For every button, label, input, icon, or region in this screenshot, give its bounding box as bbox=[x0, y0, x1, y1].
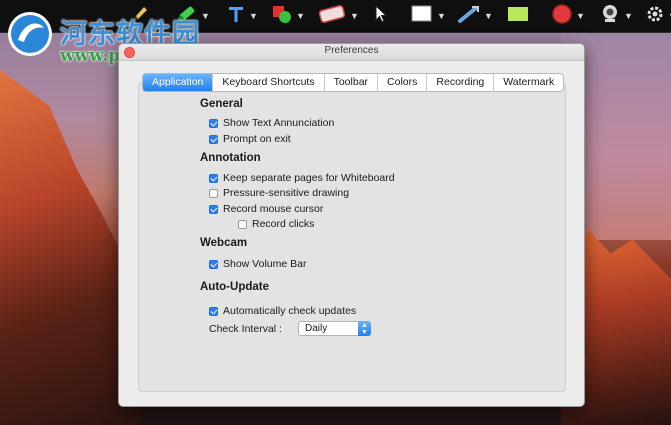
pointer-icon bbox=[372, 4, 388, 29]
prompt-on-exit-label: Prompt on exit bbox=[223, 133, 291, 145]
show-text-annunciation-checkbox[interactable] bbox=[209, 118, 218, 128]
shapes-tool[interactable]: ▼ bbox=[271, 4, 305, 28]
tab-toolbar[interactable]: Toolbar bbox=[325, 74, 379, 91]
check-interval-value: Daily bbox=[305, 323, 328, 334]
settings-button[interactable]: ▼ bbox=[645, 4, 671, 28]
eraser-icon bbox=[317, 3, 347, 30]
webcam-button[interactable]: ▼ bbox=[599, 4, 633, 28]
pressure-sensitive-label: Pressure-sensitive drawing bbox=[223, 187, 350, 199]
auto-update-heading: Auto-Update bbox=[200, 281, 269, 293]
prompt-on-exit-option[interactable]: Prompt on exit bbox=[209, 133, 291, 145]
auto-check-updates-option[interactable]: Automatically check updates bbox=[209, 305, 356, 317]
color-swatch-icon bbox=[506, 4, 530, 29]
pointer-tool[interactable] bbox=[372, 4, 388, 28]
record-clicks-option[interactable]: Record clicks bbox=[238, 218, 314, 230]
chevron-updown-icon: ▲ ▼ bbox=[358, 321, 371, 336]
keep-separate-pages-label: Keep separate pages for Whiteboard bbox=[223, 172, 395, 184]
tab-watermark[interactable]: Watermark bbox=[494, 74, 563, 91]
webcam-icon bbox=[599, 3, 621, 30]
pressure-sensitive-checkbox[interactable] bbox=[209, 188, 218, 198]
line-tool-icon bbox=[457, 4, 481, 29]
tab-application[interactable]: Application bbox=[143, 74, 214, 91]
record-button[interactable]: ▼ bbox=[551, 3, 585, 30]
window-titlebar[interactable]: Preferences bbox=[119, 44, 584, 61]
pressure-sensitive-option[interactable]: Pressure-sensitive drawing bbox=[209, 187, 349, 199]
check-interval-select[interactable]: Daily ▲ ▼ bbox=[298, 321, 371, 336]
whiteboard-icon bbox=[410, 4, 434, 29]
preferences-window: Preferences Application Keyboard Shortcu… bbox=[118, 43, 585, 407]
record-clicks-label: Record clicks bbox=[252, 218, 315, 230]
tab-recording[interactable]: Recording bbox=[427, 74, 495, 91]
record-mouse-cursor-option[interactable]: Record mouse cursor bbox=[209, 203, 323, 215]
general-heading: General bbox=[200, 98, 243, 110]
keep-separate-pages-checkbox[interactable] bbox=[209, 173, 218, 183]
webcam-heading: Webcam bbox=[200, 237, 248, 249]
prompt-on-exit-checkbox[interactable] bbox=[209, 134, 218, 144]
record-mouse-cursor-label: Record mouse cursor bbox=[223, 203, 324, 215]
tab-keyboard-shortcuts[interactable]: Keyboard Shortcuts bbox=[213, 74, 325, 91]
record-clicks-checkbox[interactable] bbox=[238, 219, 247, 229]
settings-panel: General Show Text Annunciation Prompt on… bbox=[138, 82, 566, 392]
keep-separate-pages-option[interactable]: Keep separate pages for Whiteboard bbox=[209, 172, 395, 184]
show-volume-bar-label: Show Volume Bar bbox=[223, 258, 307, 270]
color-picker[interactable] bbox=[506, 4, 530, 28]
watermark-logo bbox=[6, 10, 54, 58]
text-icon bbox=[226, 4, 246, 29]
show-volume-bar-checkbox[interactable] bbox=[209, 259, 218, 269]
line-width-tool[interactable]: ▼ bbox=[457, 4, 493, 28]
whiteboard-tool[interactable]: ▼ bbox=[410, 4, 446, 28]
tab-colors[interactable]: Colors bbox=[378, 74, 428, 91]
tab-bar: Application Keyboard Shortcuts Toolbar C… bbox=[142, 73, 565, 92]
shapes-icon bbox=[271, 3, 293, 30]
record-mouse-cursor-checkbox[interactable] bbox=[209, 204, 218, 214]
eraser-tool[interactable]: ▼ bbox=[317, 4, 359, 28]
show-volume-bar-option[interactable]: Show Volume Bar bbox=[209, 258, 306, 270]
window-title: Preferences bbox=[324, 45, 379, 56]
record-icon bbox=[551, 3, 573, 30]
check-interval-label: Check Interval : bbox=[209, 323, 282, 335]
annotation-heading: Annotation bbox=[200, 152, 261, 164]
show-text-annunciation-option[interactable]: Show Text Annunciation bbox=[209, 117, 334, 129]
auto-check-updates-label: Automatically check updates bbox=[223, 305, 357, 317]
show-text-annunciation-label: Show Text Annunciation bbox=[223, 117, 335, 129]
auto-check-updates-checkbox[interactable] bbox=[209, 306, 218, 316]
settings-icon bbox=[645, 4, 665, 29]
text-tool[interactable]: ▼ bbox=[226, 4, 258, 28]
